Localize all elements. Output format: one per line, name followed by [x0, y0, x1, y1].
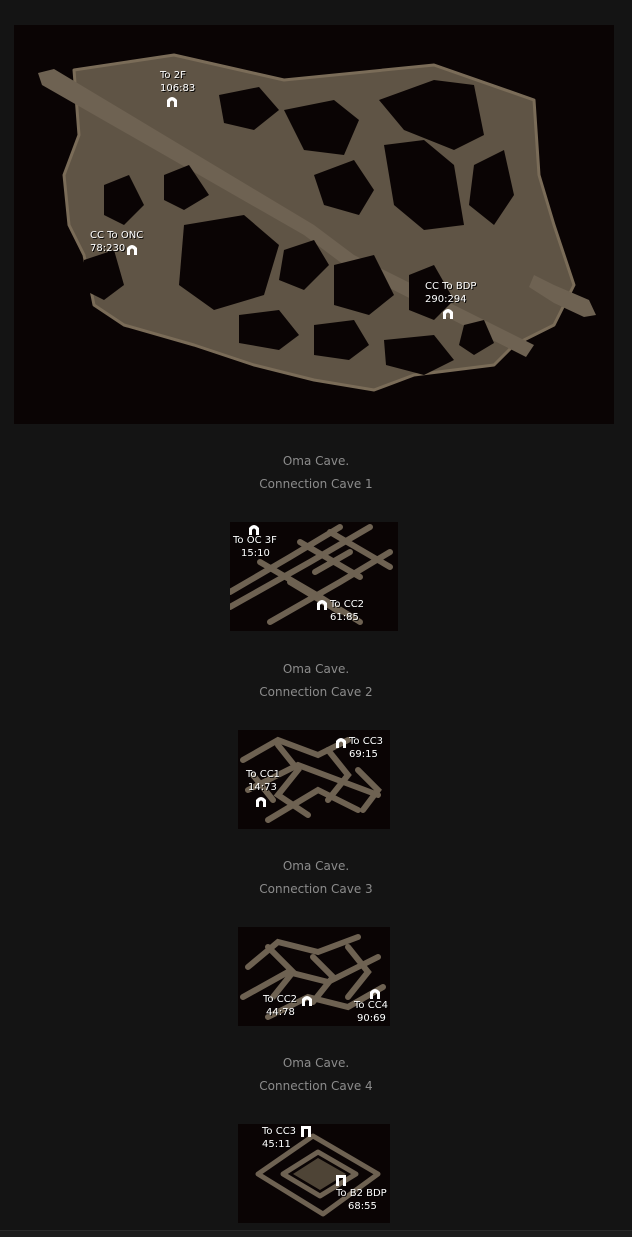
- portal-gate-icon[interactable]: [255, 795, 267, 807]
- portal-coords: 61:85: [330, 612, 359, 623]
- portal-name: CC To BDP: [425, 281, 477, 292]
- connection-cave-4-map: To CC3 45:11 To B2 BDP 68:55: [238, 1124, 390, 1223]
- caption-map-name: Connection Cave 3: [259, 882, 373, 896]
- portal-name: To CC3: [262, 1126, 297, 1137]
- map-caption-cc1: Oma Cave. Connection Cave 1: [0, 450, 632, 496]
- portal-gate-icon[interactable]: [369, 987, 381, 999]
- portal-label-to-b2-bdp: To B2 BDP 68:55: [336, 1187, 387, 1213]
- portal-door-icon[interactable]: [335, 1174, 347, 1186]
- caption-map-name: Connection Cave 2: [259, 685, 373, 699]
- connection-cave-2-map: To CC3 69:15 To CC1 14:73: [238, 730, 390, 829]
- caption-area-name: Oma Cave.: [282, 454, 350, 468]
- map-caption-cc4: Oma Cave. Connection Cave 4: [0, 1052, 632, 1098]
- portal-label-to-cc2: To CC2 61:85: [330, 598, 364, 624]
- portal-coords: 68:55: [348, 1201, 377, 1212]
- caption-area-name: Oma Cave.: [282, 662, 350, 676]
- portal-name: To CC3: [349, 736, 384, 747]
- caption-map-name: Connection Cave 4: [259, 1079, 373, 1093]
- portal-coords: 69:15: [349, 749, 378, 760]
- portal-label-to-cc3: To CC3 45:11: [262, 1125, 296, 1151]
- portal-coords: 44:78: [266, 1007, 295, 1018]
- portal-gate-icon[interactable]: [126, 243, 138, 255]
- caption-area-name: Oma Cave.: [282, 859, 350, 873]
- caption-area-name: Oma Cave.: [282, 1056, 350, 1070]
- portal-label-to-cc3: To CC3 69:15: [349, 735, 383, 761]
- portal-name: CC To ONC: [90, 230, 144, 241]
- portal-gate-icon[interactable]: [316, 598, 328, 610]
- caption-map-name: Connection Cave 1: [259, 477, 373, 491]
- portal-label-to-oc-3f: To OC 3F 15:10: [233, 534, 277, 560]
- portal-label-to-cc4: To CC4 90:69: [354, 999, 388, 1025]
- map-caption-cc2: Oma Cave. Connection Cave 2: [0, 658, 632, 704]
- connection-cave-3-map: To CC2 44:78 To CC4 90:69: [238, 927, 390, 1026]
- portal-gate-icon[interactable]: [335, 736, 347, 748]
- portal-gate-icon[interactable]: [442, 307, 454, 319]
- map-caption-cc3: Oma Cave. Connection Cave 3: [0, 855, 632, 901]
- portal-coords: 15:10: [241, 548, 270, 559]
- portal-name: To CC2: [263, 994, 298, 1005]
- portal-coords: 14:73: [248, 782, 277, 793]
- portal-door-icon[interactable]: [300, 1125, 312, 1137]
- portal-coords: 290:294: [425, 294, 467, 305]
- portal-label-to-cc2: To CC2 44:78: [263, 993, 297, 1019]
- connection-cave-1-map: To OC 3F 15:10 To CC2 61:85: [230, 522, 398, 631]
- portal-label-to-cc1: To CC1 14:73: [246, 768, 280, 794]
- main-cave-map: To 2F 106:83 CC To ONC 78:230 CC To BDP …: [14, 25, 614, 424]
- portal-coords: 45:11: [262, 1139, 291, 1150]
- portal-coords: 90:69: [357, 1013, 386, 1024]
- portal-gate-icon[interactable]: [301, 994, 313, 1006]
- portal-name: To CC4: [354, 1000, 389, 1011]
- portal-name: To B2 BDP: [336, 1188, 387, 1199]
- main-cave-terrain: [38, 53, 596, 392]
- portal-label-cc-to-bdp: CC To BDP 290:294: [425, 280, 476, 306]
- portal-label-to-2f: To 2F 106:83: [160, 69, 195, 95]
- portal-name: To CC1: [246, 769, 281, 780]
- portal-name: To OC 3F: [233, 535, 277, 546]
- portal-name: To 2F: [160, 70, 186, 81]
- portal-name: To CC2: [330, 599, 365, 610]
- portal-coords: 106:83: [160, 83, 196, 94]
- portal-gate-icon[interactable]: [166, 95, 178, 107]
